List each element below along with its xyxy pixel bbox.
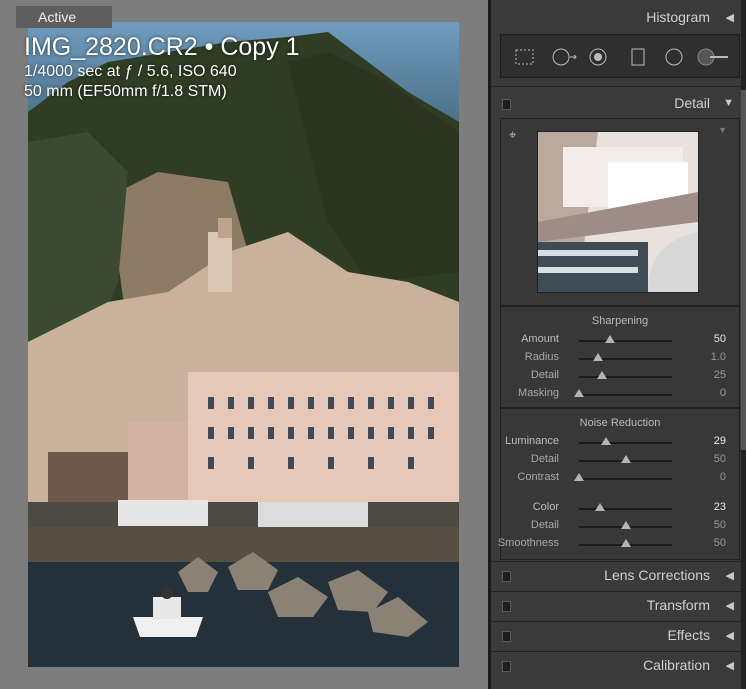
sharpening-section: Sharpening Amount 50 Radius 1.0 Detail 25 Mask…: [500, 306, 740, 408]
slider-label: Detail: [530, 519, 559, 531]
slider-label: Radius: [524, 351, 559, 363]
slider-row-amount[interactable]: Amount 50: [501, 331, 739, 349]
effects-panel-header[interactable]: Effects ◀: [491, 622, 746, 650]
slider-label: Amount: [521, 333, 559, 345]
transform-panel-header[interactable]: Transform ◀: [491, 592, 746, 620]
calibration-panel-header[interactable]: Calibration ◀: [491, 652, 746, 680]
slider-value[interactable]: 23: [714, 501, 726, 513]
photo-info-overlay: IMG_2820.CR2 • Copy 1 1/4000 sec at ƒ / …: [24, 32, 300, 102]
slider-row-detail[interactable]: Detail 50: [501, 451, 739, 469]
photo-filename: IMG_2820.CR2 • Copy 1: [24, 33, 300, 61]
tool-strip: [500, 34, 740, 78]
slider-value[interactable]: 50: [714, 537, 726, 549]
slider-track[interactable]: [579, 508, 672, 510]
slider-value[interactable]: 50: [714, 453, 726, 465]
noise-reduction-section: Noise Reduction Luminance 29 Detail 50 Contr…: [497, 408, 740, 560]
collapse-left-icon: ◀: [725, 630, 734, 642]
slider-row-smoothness[interactable]: Smoothness 50: [497, 535, 739, 553]
photo-exposure: 1/4000 sec at ƒ / 5.6, ISO 640: [24, 63, 237, 80]
preview-toggle-icon[interactable]: ▼: [718, 125, 727, 135]
sharpening-title: Sharpening: [591, 315, 649, 327]
slider-row-contrast[interactable]: Contrast 0: [501, 469, 739, 487]
slider-thumb[interactable]: [595, 503, 606, 511]
slider-label: Luminance: [505, 435, 559, 447]
slider-thumb[interactable]: [592, 353, 603, 361]
collapse-left-icon: ◀: [725, 570, 734, 582]
crop-overlay-icon[interactable]: [515, 48, 534, 66]
lens-corrections-panel-header[interactable]: Lens Corrections ◀: [491, 562, 746, 590]
photo-lens: 50 mm (EF50mm f/1.8 STM): [24, 83, 227, 100]
panel-toggle-switch[interactable]: [502, 631, 511, 642]
slider-value[interactable]: 0: [720, 387, 726, 399]
slider-thumb[interactable]: [620, 539, 631, 547]
collapse-left-icon: ◀: [725, 660, 734, 672]
photo-viewer: Active IMG_2820.CR2 • Copy 1 1/4000 sec …: [0, 0, 488, 689]
slider-label: Contrast: [517, 471, 559, 483]
slider-value[interactable]: 25: [714, 369, 726, 381]
graduated-filter-icon[interactable]: [629, 48, 647, 66]
slider-row-detail[interactable]: Detail 50: [501, 517, 739, 535]
panel-toggle-switch[interactable]: [502, 99, 511, 110]
panel-toggle-switch[interactable]: [502, 661, 511, 672]
lens-corrections-label: Lens Corrections: [604, 567, 710, 583]
slider-value[interactable]: 0: [720, 471, 726, 483]
slider-value[interactable]: 50: [714, 333, 726, 345]
slider-value[interactable]: 1.0: [711, 351, 726, 363]
slider-thumb[interactable]: [600, 437, 611, 445]
slider-label: Masking: [518, 387, 559, 399]
detail-panel-header[interactable]: Detail ▼: [491, 90, 746, 118]
histogram-panel-header[interactable]: Histogram ◀: [491, 4, 746, 32]
slider-track[interactable]: [579, 442, 672, 444]
spot-removal-icon[interactable]: [551, 48, 581, 66]
slider-track[interactable]: [579, 340, 672, 342]
photo-image[interactable]: [28, 22, 459, 667]
slider-value[interactable]: 50: [714, 519, 726, 531]
panel-scrollbar-thumb[interactable]: [741, 90, 746, 450]
panel-toggle-switch[interactable]: [502, 571, 511, 582]
collapse-left-icon: ◀: [725, 12, 734, 24]
slider-row-masking[interactable]: Masking 0: [501, 385, 739, 403]
slider-label: Detail: [530, 369, 559, 381]
slider-thumb[interactable]: [620, 455, 631, 463]
detail-preview-box: ⌖ ▼: [500, 118, 740, 306]
effects-label: Effects: [667, 627, 710, 643]
red-eye-icon[interactable]: [589, 48, 607, 66]
target-crosshair-icon[interactable]: ⌖: [509, 127, 516, 143]
slider-thumb[interactable]: [574, 389, 584, 397]
slider-track[interactable]: [579, 394, 672, 396]
slider-track[interactable]: [579, 478, 672, 480]
slider-row-color[interactable]: Color 23: [501, 499, 739, 517]
slider-row-detail[interactable]: Detail 25: [501, 367, 739, 385]
slider-value[interactable]: 29: [714, 435, 726, 447]
adjustment-brush-icon[interactable]: [697, 48, 731, 66]
slider-thumb[interactable]: [597, 371, 608, 379]
slider-label: Smoothness: [497, 537, 559, 549]
histogram-label: Histogram: [646, 9, 710, 25]
slider-label: Detail: [530, 453, 559, 465]
slider-label: Color: [532, 501, 559, 513]
transform-label: Transform: [646, 597, 710, 613]
detail-zoom-preview[interactable]: [537, 131, 699, 293]
slider-thumb[interactable]: [620, 521, 631, 529]
active-tag: Active: [16, 6, 112, 28]
collapse-left-icon: ◀: [725, 600, 734, 612]
slider-row-radius[interactable]: Radius 1.0: [501, 349, 739, 367]
develop-right-panel: Histogram ◀ Detail ▼ ⌖ ▼ Sharpening Amou…: [488, 0, 746, 689]
slider-row-luminance[interactable]: Luminance 29: [501, 433, 739, 451]
panel-toggle-switch[interactable]: [502, 601, 511, 612]
collapse-down-icon: ▼: [723, 97, 734, 109]
detail-label: Detail: [674, 95, 710, 111]
slider-track[interactable]: [579, 376, 672, 378]
radial-filter-icon[interactable]: [665, 48, 683, 66]
slider-thumb[interactable]: [574, 473, 584, 481]
slider-thumb[interactable]: [604, 335, 615, 343]
noise-reduction-title: Noise Reduction: [579, 417, 661, 429]
calibration-label: Calibration: [643, 657, 710, 673]
